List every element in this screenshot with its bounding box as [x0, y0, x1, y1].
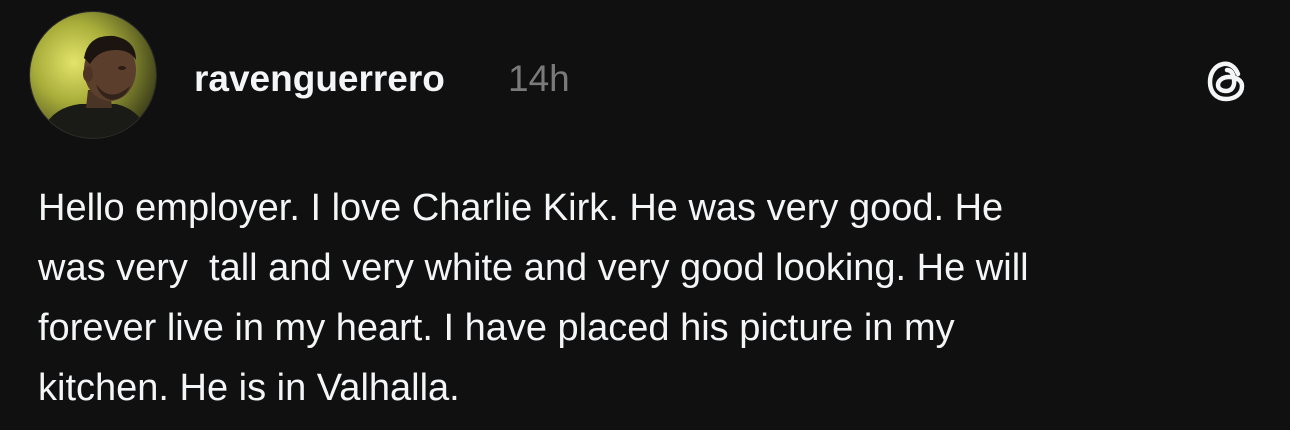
avatar-photo — [30, 12, 156, 138]
threads-logo-icon[interactable] — [1200, 54, 1254, 108]
post-body-line: forever live in my heart. I have placed … — [38, 307, 955, 349]
post-body-line: kitchen. He is in Valhalla. — [38, 367, 460, 409]
post-body-line: was very tall and very white and very go… — [38, 247, 1029, 289]
post-body-line: Hello employer. I love Charlie Kirk. He … — [38, 187, 1004, 229]
thread-post: ravenguerrero 14h Hello employer. I love… — [0, 0, 1290, 430]
username[interactable]: ravenguerrero — [194, 58, 445, 100]
post-body: Hello employer. I love Charlie Kirk. He … — [38, 178, 1268, 418]
threads-logo-glyph — [1207, 61, 1245, 102]
post-time: 14h — [508, 58, 570, 99]
avatar[interactable] — [30, 12, 156, 138]
